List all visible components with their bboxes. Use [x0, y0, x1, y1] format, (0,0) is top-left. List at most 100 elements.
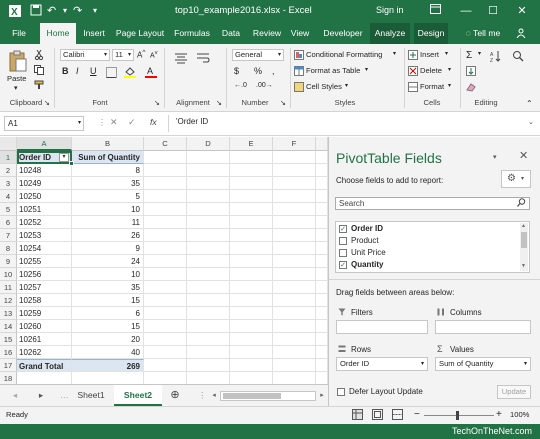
ribbon-display-icon[interactable]	[425, 3, 445, 19]
undo-icon[interactable]: ↶	[47, 4, 56, 18]
tab-formulas[interactable]: Formulas	[170, 23, 214, 44]
grid-cell[interactable]	[187, 268, 230, 281]
grid-cell[interactable]	[316, 307, 328, 320]
grid-cell[interactable]	[144, 281, 187, 294]
grid-cell[interactable]	[144, 307, 187, 320]
underline-button[interactable]: U	[90, 66, 97, 76]
save-icon[interactable]	[30, 4, 42, 20]
column-header-d[interactable]: D	[187, 137, 230, 151]
grid-cell[interactable]	[316, 177, 328, 190]
grid-cell[interactable]	[273, 229, 316, 242]
conditional-formatting-button[interactable]: Conditional Formatting	[306, 50, 382, 59]
grid-cell[interactable]	[230, 320, 273, 333]
page-break-view-icon[interactable]	[392, 409, 403, 422]
row-header[interactable]: 7	[0, 229, 17, 242]
row-header[interactable]: 17	[0, 359, 17, 372]
update-button[interactable]: Update	[497, 385, 531, 399]
pivot-row-label[interactable]: 10259	[17, 307, 72, 320]
minimize-button[interactable]: —	[456, 3, 476, 19]
pivot-row-value[interactable]: 35	[72, 281, 144, 294]
paste-dropdown-icon[interactable]: ▾	[14, 84, 18, 92]
delete-cells-button[interactable]: Delete	[420, 66, 442, 75]
grid-cell[interactable]	[230, 255, 273, 268]
insert-cells-button[interactable]: Insert	[420, 50, 439, 59]
grid-cell[interactable]	[187, 320, 230, 333]
tab-insert[interactable]: Insert	[78, 23, 110, 44]
hscroll-options-icon[interactable]: ⋮	[198, 385, 207, 406]
sign-in-link[interactable]: Sign in	[376, 5, 404, 15]
format-painter-icon[interactable]	[34, 80, 44, 92]
tab-review[interactable]: Review	[250, 23, 284, 44]
pivot-row-value[interactable]: 10	[72, 203, 144, 216]
grid-cell[interactable]	[187, 294, 230, 307]
grid-cell[interactable]	[187, 333, 230, 346]
clipboard-launcher-icon[interactable]: ↘	[44, 99, 50, 107]
pivot-row-label[interactable]: 10249	[17, 177, 72, 190]
formula-input[interactable]: 'Order ID	[176, 117, 208, 126]
restore-button[interactable]: ☐	[483, 3, 503, 19]
grid-cell[interactable]	[144, 255, 187, 268]
grid-cell[interactable]	[316, 372, 328, 384]
insert-function-button[interactable]: fx	[150, 117, 157, 127]
row-header[interactable]: 2	[0, 164, 17, 177]
grid-cell[interactable]	[144, 164, 187, 177]
grid-cell[interactable]	[316, 294, 328, 307]
grid-cell[interactable]	[316, 320, 328, 333]
grid-cell[interactable]	[316, 203, 328, 216]
grid-cell[interactable]	[144, 359, 187, 372]
sheet-tab-sheet2[interactable]: Sheet2	[114, 385, 162, 406]
font-color-icon[interactable]: A	[145, 66, 157, 80]
confirm-entry-icon[interactable]: ✓	[128, 117, 136, 128]
row-header[interactable]: 18	[0, 372, 17, 384]
grid-cell[interactable]	[187, 242, 230, 255]
redo-icon[interactable]: ↷	[73, 4, 82, 18]
grid-cell[interactable]	[230, 268, 273, 281]
pivot-row-value[interactable]: 35	[72, 177, 144, 190]
grid-cell[interactable]	[316, 359, 328, 372]
currency-button[interactable]: $	[234, 66, 239, 76]
pivot-row-value[interactable]: 8	[72, 164, 144, 177]
bold-button[interactable]: B	[62, 66, 69, 76]
row-header[interactable]: 1	[0, 151, 17, 164]
pane-options-chevron-icon[interactable]: ▾	[493, 153, 497, 161]
tab-more-icon[interactable]: …	[60, 385, 69, 406]
tab-tell-me[interactable]: ◌ Tell me	[460, 23, 506, 44]
number-launcher-icon[interactable]: ↘	[280, 99, 286, 107]
formula-bar-options-icon[interactable]: ⋮	[98, 118, 106, 127]
find-select-icon[interactable]	[512, 50, 524, 64]
zoom-level[interactable]: 100%	[510, 410, 529, 419]
field-search-input[interactable]: Search	[335, 197, 530, 210]
align-center-icon[interactable]	[174, 52, 188, 66]
grid-cell[interactable]	[230, 164, 273, 177]
grid-cell[interactable]	[144, 229, 187, 242]
grid-cell[interactable]	[316, 216, 328, 229]
grid-cell[interactable]	[273, 281, 316, 294]
grid-cell[interactable]	[230, 151, 273, 164]
name-box[interactable]: A1 ▾	[4, 116, 84, 131]
grid-cell[interactable]	[230, 281, 273, 294]
comma-button[interactable]: ,	[272, 66, 275, 76]
grid-cell[interactable]	[316, 268, 328, 281]
pivot-row-label[interactable]: 10254	[17, 242, 72, 255]
column-header-e[interactable]: E	[230, 137, 273, 151]
grid-cell[interactable]	[230, 242, 273, 255]
worksheet-grid[interactable]: A B C D E F 1 Order ID ▾ Sum of Quantity 2 10…	[0, 137, 328, 384]
pivot-row-value[interactable]: 11	[72, 216, 144, 229]
borders-icon[interactable]	[106, 67, 117, 80]
scroll-left-icon[interactable]: ◂	[10, 385, 20, 406]
pivot-row-label[interactable]: 10260	[17, 320, 72, 333]
hscroll-left-icon[interactable]: ◂	[210, 385, 218, 406]
grid-cell[interactable]	[144, 203, 187, 216]
grid-cell[interactable]	[230, 216, 273, 229]
grid-cell[interactable]	[230, 359, 273, 372]
fill-icon[interactable]	[466, 66, 476, 78]
font-family-select[interactable]: Calibri ▾	[60, 49, 110, 61]
row-header[interactable]: 11	[0, 281, 17, 294]
row-header[interactable]: 13	[0, 307, 17, 320]
tab-file[interactable]: File	[6, 23, 32, 44]
font-launcher-icon[interactable]: ↘	[154, 99, 160, 107]
pivot-row-value[interactable]: 40	[72, 346, 144, 359]
grid-cell[interactable]	[17, 372, 72, 384]
row-header[interactable]: 10	[0, 268, 17, 281]
normal-view-icon[interactable]	[352, 409, 363, 422]
